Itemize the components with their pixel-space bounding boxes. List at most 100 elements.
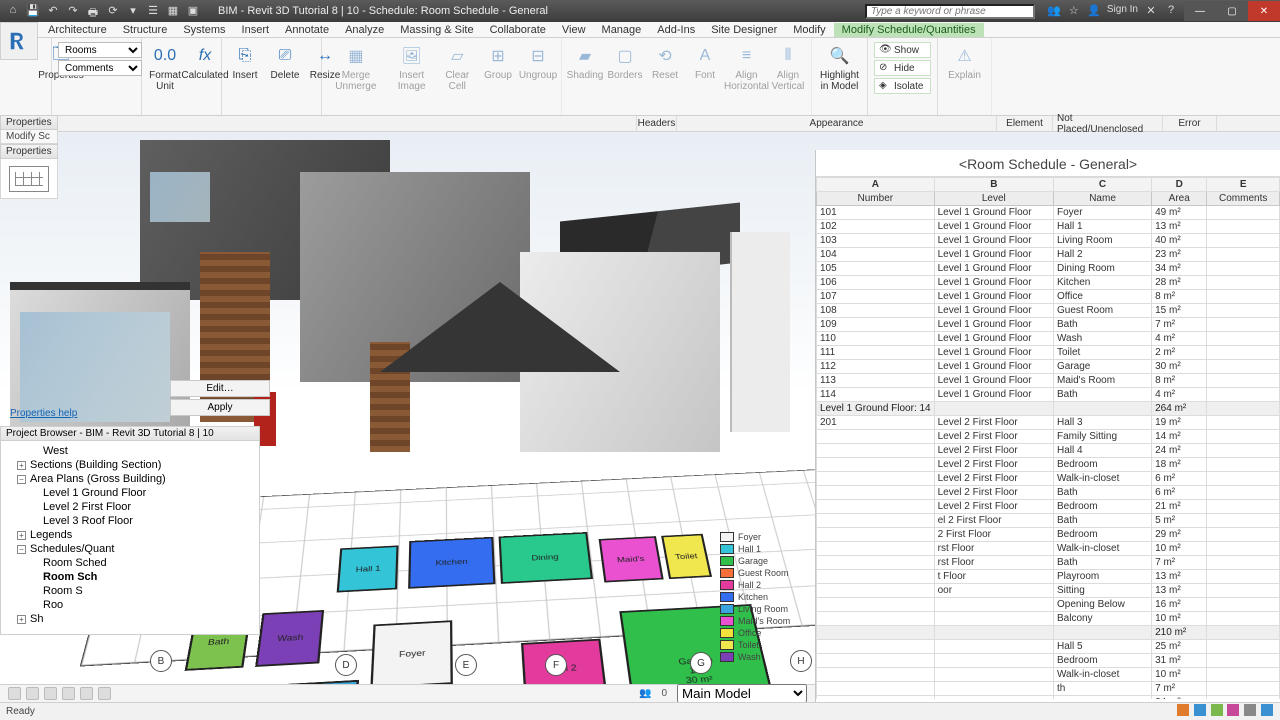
qat-icon[interactable]: ▣ — [186, 4, 200, 18]
table-cell[interactable]: Level 2 First Floor — [934, 500, 1053, 514]
room-maids[interactable]: Maid's — [599, 536, 664, 582]
table-cell[interactable] — [934, 682, 1053, 696]
table-cell[interactable]: Balcony — [1053, 612, 1151, 626]
table-cell[interactable] — [817, 570, 935, 584]
qat-home-icon[interactable]: ⌂ — [6, 4, 20, 18]
table-cell[interactable]: 16 m² — [1152, 598, 1207, 612]
table-cell[interactable]: 109 — [817, 318, 935, 332]
table-cell[interactable]: Level 1 Ground Floor — [934, 248, 1053, 262]
table-cell[interactable]: 21 m² — [1152, 500, 1207, 514]
table-cell[interactable]: Hall 1 — [1053, 220, 1151, 234]
table-cell[interactable] — [1207, 612, 1280, 626]
type-selector[interactable] — [0, 159, 58, 199]
explain-button[interactable]: ⚠Explain — [944, 42, 985, 81]
table-cell[interactable]: Level 1 Ground Floor — [934, 262, 1053, 276]
table-cell[interactable] — [1207, 514, 1280, 528]
star-icon[interactable]: ☆ — [1067, 4, 1081, 18]
browser-title[interactable]: Project Browser - BIM - Revit 3D Tutoria… — [1, 427, 259, 441]
table-row[interactable]: 107Level 1 Ground FloorOffice8 m² — [817, 290, 1280, 304]
table-cell[interactable] — [817, 528, 935, 542]
ribbon-tab-massing-site[interactable]: Massing & Site — [392, 23, 481, 37]
table-row[interactable]: om24 m² — [817, 696, 1280, 700]
borders-button[interactable]: ▢Borders — [608, 42, 642, 81]
table-cell[interactable]: Walk-in-closet — [1053, 542, 1151, 556]
table-cell[interactable]: 18 m² — [1152, 458, 1207, 472]
table-cell[interactable]: Level 1 Ground Floor — [934, 290, 1053, 304]
table-row[interactable]: 105Level 1 Ground FloorDining Room34 m² — [817, 262, 1280, 276]
table-cell[interactable] — [817, 598, 935, 612]
table-cell[interactable]: Bath — [1053, 388, 1151, 402]
table-cell[interactable] — [1207, 668, 1280, 682]
table-cell[interactable]: t Floor — [934, 570, 1053, 584]
table-cell[interactable]: 4 m² — [1152, 388, 1207, 402]
hide-button[interactable]: ⊘Hide — [874, 60, 931, 76]
table-cell[interactable]: Walk-in-closet — [1053, 472, 1151, 486]
tree-item[interactable]: +Legends — [7, 528, 255, 542]
table-row[interactable]: t FloorPlayroom13 m² — [817, 570, 1280, 584]
help-icon[interactable]: ? — [1164, 4, 1178, 18]
table-cell[interactable]: 8 m² — [1152, 374, 1207, 388]
ribbon-tab-modify-schedule-quantities[interactable]: Modify Schedule/Quantities — [834, 23, 984, 37]
table-cell[interactable] — [1207, 570, 1280, 584]
show-button[interactable]: 👁Show — [874, 42, 931, 58]
table-cell[interactable]: 24 m² — [1152, 444, 1207, 458]
table-cell[interactable] — [1207, 304, 1280, 318]
tree-item[interactable]: +Sh — [7, 612, 255, 626]
table-row[interactable]: Level 2 First FloorBath6 m² — [817, 486, 1280, 500]
table-cell[interactable] — [934, 598, 1053, 612]
signin-icon[interactable]: 👤 — [1087, 4, 1101, 18]
column-letter[interactable]: B — [934, 178, 1053, 192]
collapse-icon[interactable]: − — [17, 475, 26, 484]
table-cell[interactable]: Level 1 Ground Floor — [934, 388, 1053, 402]
column-header[interactable]: Name — [1053, 192, 1151, 206]
schedule-table[interactable]: ABCDE NumberLevelNameAreaComments 101Lev… — [816, 177, 1280, 699]
table-cell[interactable]: oor — [934, 584, 1053, 598]
table-cell[interactable]: 49 m² — [1152, 206, 1207, 220]
ribbon-tab-analyze[interactable]: Analyze — [337, 23, 392, 37]
table-cell[interactable]: 101 — [817, 206, 935, 220]
table-cell[interactable]: Guest Room — [1053, 304, 1151, 318]
table-row[interactable]: oorSitting13 m² — [817, 584, 1280, 598]
table-cell[interactable]: 114 — [817, 388, 935, 402]
table-cell[interactable]: Level 1 Ground Floor — [934, 220, 1053, 234]
tree-item[interactable]: Room S — [7, 584, 255, 598]
table-cell[interactable] — [817, 472, 935, 486]
table-cell[interactable] — [1207, 206, 1280, 220]
table-cell[interactable]: 23 m² — [1152, 248, 1207, 262]
table-cell[interactable]: 10 m² — [1152, 668, 1207, 682]
properties-help-link[interactable]: Properties help — [6, 408, 77, 419]
table-cell[interactable] — [934, 654, 1053, 668]
table-cell[interactable]: 2 First Floor — [934, 528, 1053, 542]
table-cell[interactable]: 111 — [817, 346, 935, 360]
table-cell[interactable]: 113 — [817, 374, 935, 388]
table-cell[interactable] — [817, 542, 935, 556]
table-cell[interactable]: Bath — [1053, 556, 1151, 570]
tree-item[interactable]: −Schedules/Quant — [7, 542, 255, 556]
isolate-button[interactable]: ◈Isolate — [874, 78, 931, 94]
table-cell[interactable]: 15 m² — [1152, 304, 1207, 318]
table-cell[interactable] — [1207, 388, 1280, 402]
insert-column-button[interactable]: ⎘Insert — [228, 42, 262, 81]
table-cell[interactable] — [1207, 430, 1280, 444]
table-cell[interactable] — [1207, 444, 1280, 458]
visual-style-icon[interactable] — [44, 687, 57, 700]
calculated-button[interactable]: fxCalculated — [188, 42, 222, 81]
table-cell[interactable] — [1207, 584, 1280, 598]
table-cell[interactable]: Bedroom — [1053, 528, 1151, 542]
table-cell[interactable] — [817, 612, 935, 626]
table-cell[interactable]: Hall 3 — [1053, 416, 1151, 430]
qat-save-icon[interactable]: 💾 — [26, 4, 40, 18]
exchange-icon[interactable]: ✕ — [1144, 4, 1158, 18]
room-foyer[interactable]: Foyer — [370, 620, 453, 688]
rooms-dropdown[interactable]: Rooms — [58, 42, 142, 58]
pin-icon[interactable] — [1227, 704, 1239, 716]
table-cell[interactable] — [1207, 640, 1280, 654]
table-cell[interactable]: Level 2 First Floor — [934, 458, 1053, 472]
table-row[interactable]: Level 2 First FloorBedroom21 m² — [817, 500, 1280, 514]
grid-bubble[interactable]: B — [150, 650, 172, 672]
clear-cell-button[interactable]: ▱Clear Cell — [440, 42, 475, 92]
table-cell[interactable]: Living Room — [1053, 234, 1151, 248]
table-row[interactable]: el 2 First FloorBath5 m² — [817, 514, 1280, 528]
table-cell[interactable] — [1207, 262, 1280, 276]
window-minimize[interactable]: — — [1184, 1, 1216, 21]
